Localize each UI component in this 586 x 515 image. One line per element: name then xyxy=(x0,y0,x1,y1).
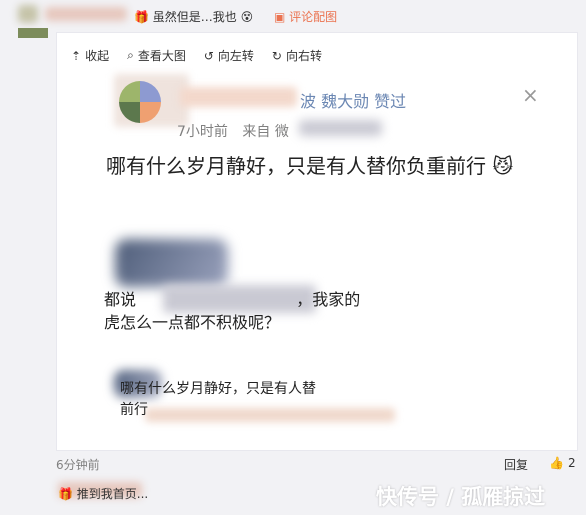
image-icon: ▣ xyxy=(274,10,286,24)
like-count: 2 xyxy=(567,456,576,470)
comment-pic-button[interactable]: ▣ 评论配图 xyxy=(274,8,337,25)
quote-line4: 前行 xyxy=(120,402,148,418)
post-meta: 7小时前 来自 微 xyxy=(177,121,289,141)
emoji-icon: 😵 xyxy=(240,10,254,24)
reply-button[interactable]: 回复 xyxy=(504,456,528,473)
blurred-name xyxy=(180,87,297,107)
face-icon: 😼 xyxy=(492,154,514,178)
blurred-username xyxy=(18,5,38,23)
comment-time: 6分钟前 xyxy=(56,458,100,472)
gift-icon: 🎁 xyxy=(134,10,149,24)
quote-line2: 虎怎么一点都不积极呢？ xyxy=(104,313,281,332)
thumbnail-preview[interactable] xyxy=(18,28,48,38)
post-text: 哪有什么岁月静好，只是有人替你负重前行 xyxy=(106,154,486,178)
blurred-source xyxy=(299,120,382,136)
blurred-top-text xyxy=(45,7,127,21)
blurred-ink xyxy=(115,239,228,287)
watermark: 快传号 / 孤雁掠过 xyxy=(376,485,546,509)
quote-paragraph-2: 哪有什么岁月静好，只是有人替 前行 xyxy=(120,379,420,421)
top-reply-text: 虽然但是…我也 xyxy=(152,10,237,24)
quote-line3: 哪有什么岁月静好，只是有人替 xyxy=(120,381,316,397)
quote-paragraph-1: 都说 ，我家的 虎怎么一点都不积极呢？ xyxy=(104,288,424,334)
post-card: ⇡ 收起 ⌕ 查看大图 ↺ 向左转 ↻ 向右转 波 魏大勋 赞过 × 7小时前 来自 微… xyxy=(56,32,578,451)
avatar[interactable] xyxy=(119,81,161,123)
post-source: 来自 微 xyxy=(242,124,289,140)
bottom-message: 🎁 推到我首页... xyxy=(58,485,148,502)
liked-notice: 波 魏大勋 赞过 xyxy=(300,92,407,111)
quote-line1-head: 都说 xyxy=(104,290,137,309)
quote-line1-tail: ，我家的 xyxy=(296,290,361,309)
like-button[interactable]: 👍 2 xyxy=(549,456,576,470)
close-icon[interactable]: × xyxy=(522,83,539,107)
gift-icon: 🎁 xyxy=(58,487,73,501)
bottom-text: 推到我首页... xyxy=(76,487,149,501)
top-reply: 🎁 虽然但是…我也 😵 xyxy=(134,8,253,25)
post-text-block: 哪有什么岁月静好，只是有人替你负重前行 😼 xyxy=(106,150,536,183)
comment-pic-label: 评论配图 xyxy=(289,10,338,24)
post-time: 7小时前 xyxy=(177,124,228,140)
post-header: 波 魏大勋 赞过 × 7小时前 来自 微 xyxy=(57,33,577,153)
thumb-up-icon: 👍 xyxy=(549,456,564,470)
